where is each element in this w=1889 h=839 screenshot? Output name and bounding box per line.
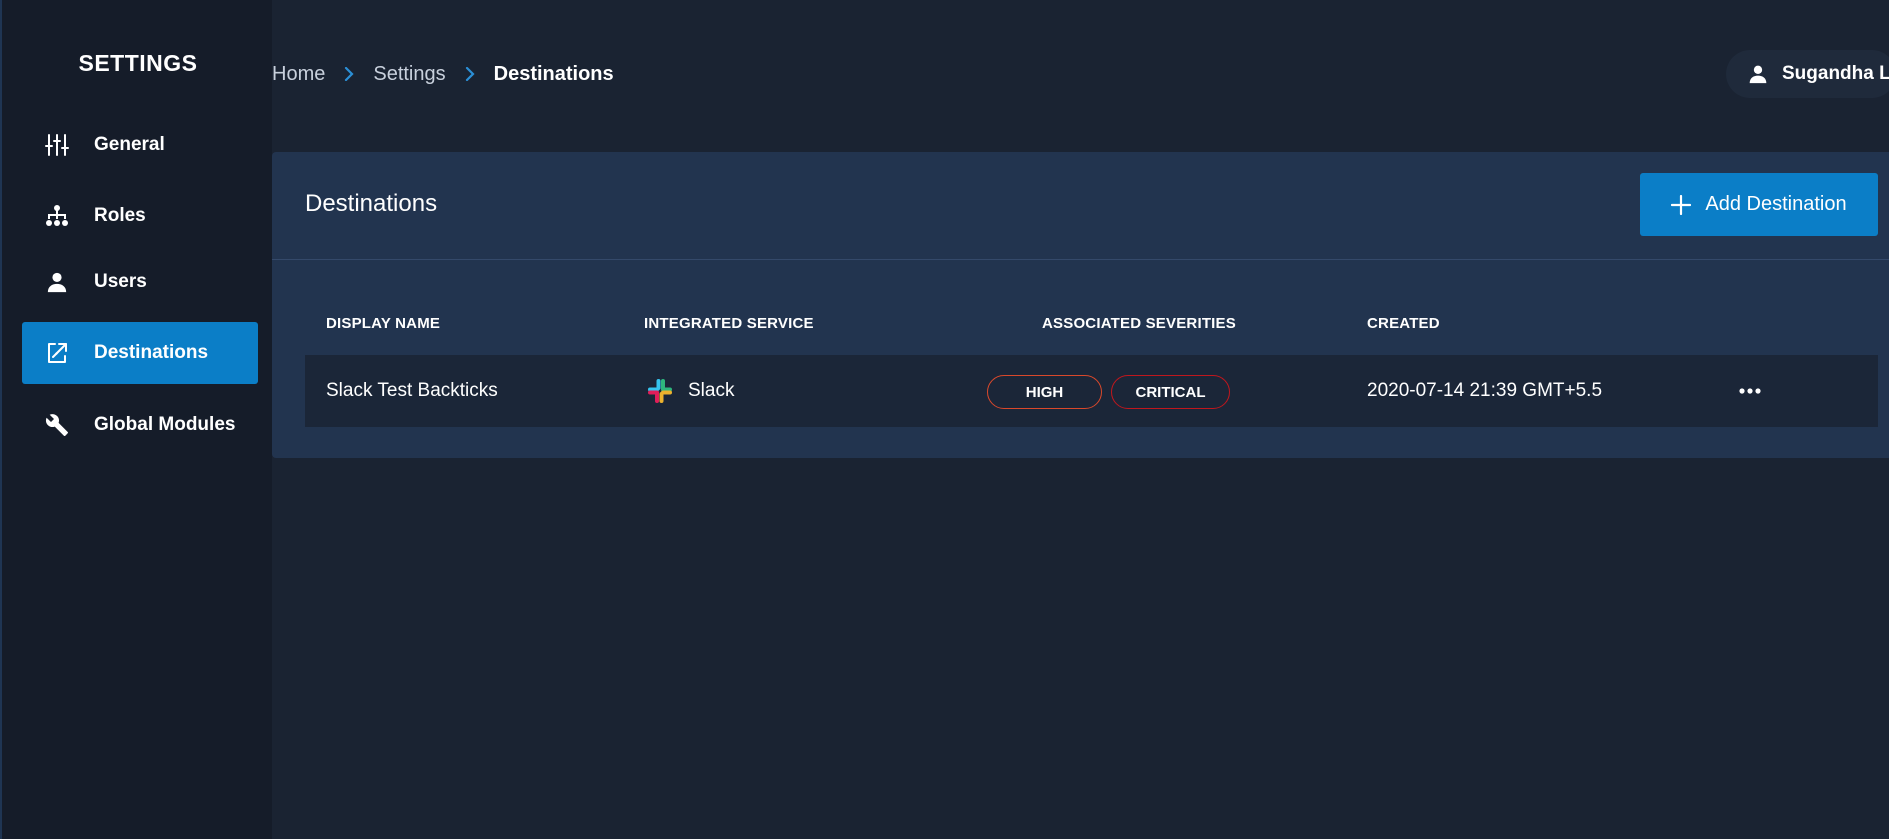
sidebar-item-general[interactable]: General (22, 114, 258, 176)
user-name: Sugandha L. (1782, 63, 1889, 84)
settings-sidebar: SETTINGS General Roles Users Destination… (0, 0, 272, 839)
user-icon (1748, 64, 1768, 84)
column-header-integrated-service: INTEGRATED SERVICE (644, 315, 814, 332)
column-header-associated-severities: ASSOCIATED SEVERITIES (1042, 315, 1236, 332)
severity-badge-high: HIGH (987, 375, 1102, 409)
chevron-right-icon (464, 67, 476, 81)
integrated-service-cell: Slack (646, 355, 734, 427)
sidebar-title: SETTINGS (78, 50, 198, 76)
sidebar-item-label: General (94, 134, 165, 155)
chevron-right-icon (343, 67, 355, 81)
breadcrumb-settings[interactable]: Settings (373, 63, 445, 86)
more-options-icon[interactable] (1735, 381, 1765, 401)
hierarchy-icon (44, 203, 70, 229)
sidebar-item-label: Destinations (94, 342, 209, 363)
service-name: Slack (688, 380, 735, 401)
column-header-created: CREATED (1367, 315, 1440, 332)
table-row[interactable]: Slack Test Backticks Slack HIGH CRITICAL… (305, 355, 1878, 427)
share-out-icon (44, 340, 70, 366)
person-icon (44, 269, 70, 295)
sidebar-item-users[interactable]: Users (22, 251, 258, 313)
sidebar-item-global-modules[interactable]: Global Modules (22, 394, 258, 456)
created-date: 2020-07-14 21:39 GMT+5.5 (1367, 380, 1603, 401)
sidebar-item-label: Global Modules (94, 414, 236, 435)
sliders-icon (44, 132, 70, 158)
slack-logo-icon (646, 377, 674, 405)
user-menu[interactable]: Sugandha L. (1726, 50, 1889, 98)
sidebar-item-destinations[interactable]: Destinations (22, 322, 258, 384)
plus-icon (1671, 194, 1692, 215)
sidebar-item-label: Users (94, 271, 147, 292)
add-destination-label: Add Destination (1705, 193, 1847, 215)
breadcrumb-current: Destinations (493, 62, 614, 85)
severity-badge-critical: CRITICAL (1111, 375, 1230, 409)
panel-title: Destinations (305, 190, 438, 217)
breadcrumb-home[interactable]: Home (272, 63, 325, 86)
destination-display-name: Slack Test Backticks (326, 380, 498, 401)
sidebar-item-roles[interactable]: Roles (22, 185, 258, 247)
sidebar-item-label: Roles (94, 205, 146, 226)
add-destination-button[interactable]: Add Destination (1640, 173, 1878, 236)
panel-header: Destinations Add Destination (272, 152, 1889, 260)
column-header-display-name: DISPLAY NAME (326, 315, 441, 332)
destinations-panel: Destinations Add Destination DISPLAY NAM… (272, 152, 1889, 458)
breadcrumb: Home Settings Destinations (272, 60, 614, 88)
wrench-icon (44, 412, 70, 438)
